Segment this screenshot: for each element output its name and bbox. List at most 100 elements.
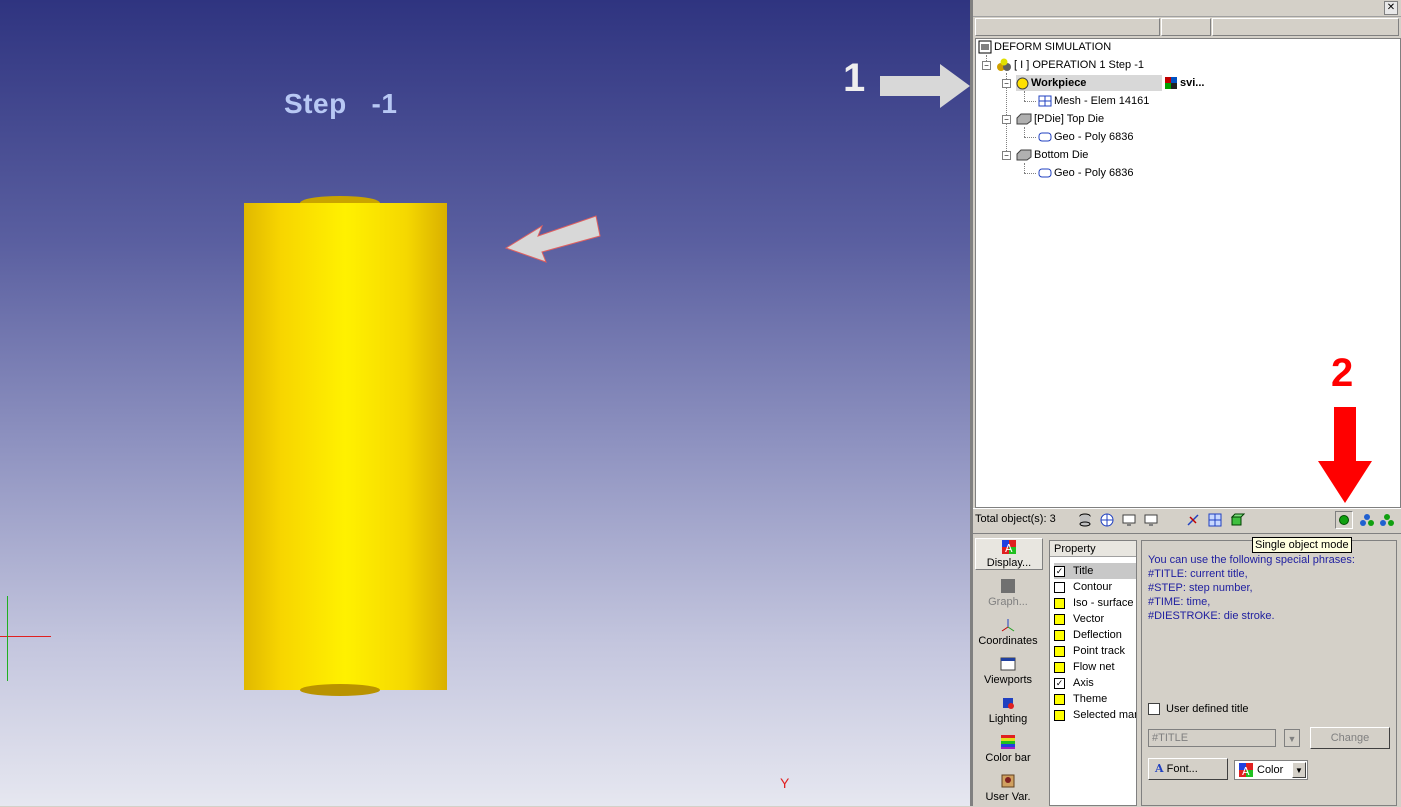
color-bar-icon	[1001, 735, 1015, 749]
tree-node-top-die[interactable]: [PDie] Top Die	[1016, 111, 1104, 127]
user-var-icon	[1001, 774, 1015, 788]
coordinates-icon	[1001, 619, 1015, 632]
close-icon[interactable]: ✕	[1384, 1, 1398, 15]
checkbox[interactable]	[1054, 613, 1065, 625]
workpiece-icon	[1016, 77, 1029, 90]
nav-coordinates[interactable]: Coordinates	[975, 617, 1041, 647]
property-nav: A Display... Graph... Coordinates Viewpo…	[975, 536, 1043, 804]
title-dropdown-button[interactable]: ▼	[1284, 729, 1300, 747]
tree-connector	[1024, 127, 1025, 137]
column-header-name[interactable]	[975, 18, 1160, 36]
graph-icon	[1001, 579, 1015, 593]
screen-icon[interactable]	[1121, 512, 1137, 528]
special-phrases-help: You can use the following special phrase…	[1148, 554, 1355, 622]
axes-icon[interactable]	[1185, 512, 1201, 528]
axis-y-label: Y	[780, 775, 790, 791]
property-item-vector[interactable]: Vector	[1054, 611, 1136, 627]
property-item-theme[interactable]: Theme	[1054, 691, 1136, 707]
tree-connector	[1024, 163, 1025, 173]
workpiece-bottom-cap	[300, 684, 380, 696]
nav-graph[interactable]: Graph...	[975, 578, 1041, 608]
tree-node-root[interactable]: DEFORM SIMULATION	[978, 39, 1111, 55]
annotation-number-1: 1	[843, 56, 866, 100]
tree-status-bar: Total object(s): 3	[973, 508, 1401, 531]
mesh-icon	[1038, 95, 1052, 107]
axis-z-line	[7, 596, 8, 681]
display-icon: A	[1002, 540, 1016, 555]
annotation-arrow-down	[1318, 407, 1372, 503]
checkbox[interactable]	[1054, 629, 1065, 641]
chevron-down-icon[interactable]: ▼	[1292, 762, 1306, 778]
mesh-view-icon[interactable]	[1099, 512, 1115, 528]
tree-node-top-die-geo[interactable]: Geo - Poly 6836	[1038, 129, 1134, 145]
property-panel: A Display... Graph... Coordinates Viewpo…	[973, 533, 1401, 807]
die-icon	[1016, 113, 1032, 125]
collapse-icon[interactable]: −	[1002, 151, 1011, 160]
tree-connector	[1024, 101, 1036, 102]
nav-display[interactable]: A Display...	[975, 538, 1043, 570]
annotation-number-2: 2	[1331, 351, 1354, 395]
tree-connector	[1024, 91, 1025, 101]
property-item-axis[interactable]: ✓ Axis	[1054, 675, 1136, 691]
nav-viewports[interactable]: Viewports	[975, 656, 1041, 686]
property-item-iso-surface[interactable]: Iso - surface	[1054, 595, 1136, 611]
title-input[interactable]: #TITLE	[1148, 729, 1276, 747]
geometry-icon	[1038, 168, 1052, 178]
column-header-value[interactable]	[1161, 18, 1211, 36]
viewports-icon	[1000, 657, 1016, 671]
checkbox[interactable]	[1054, 661, 1065, 673]
collapse-icon[interactable]: −	[982, 61, 991, 70]
tree-node-bottom-die-geo[interactable]: Geo - Poly 6836	[1038, 165, 1134, 181]
nav-user-var[interactable]: User Var.	[975, 773, 1041, 803]
database-icon[interactable]	[1077, 512, 1093, 528]
material-icon	[1165, 77, 1177, 90]
font-button[interactable]: A Font...	[1148, 758, 1228, 780]
change-button[interactable]: Change	[1310, 727, 1390, 749]
tree-node-mesh[interactable]: Mesh - Elem 14161	[1038, 93, 1149, 109]
column-header-extra[interactable]	[1212, 18, 1399, 36]
property-item-flow-net[interactable]: Flow net	[1054, 659, 1136, 675]
checkbox[interactable]	[1054, 645, 1065, 657]
collapse-icon[interactable]: −	[1002, 115, 1011, 124]
color-select[interactable]: A Color ▼	[1234, 760, 1308, 780]
property-list-header: Property	[1050, 541, 1136, 557]
user-defined-title-checkbox[interactable]: User defined title	[1148, 703, 1249, 716]
font-icon: A	[1155, 762, 1164, 775]
object-tree[interactable]: DEFORM SIMULATION − [ I ] OPERATION 1 St…	[975, 38, 1401, 508]
property-item-deflection[interactable]: Deflection	[1054, 627, 1136, 643]
checkbox[interactable]: ✓	[1054, 677, 1065, 689]
grid-icon[interactable]	[1207, 512, 1223, 528]
checkbox[interactable]	[1148, 703, 1160, 716]
operation-icon	[997, 58, 1011, 72]
workpiece-cylinder[interactable]	[244, 203, 447, 690]
single-object-mode-button[interactable]	[1335, 511, 1353, 529]
checkbox[interactable]	[1054, 693, 1065, 705]
die-icon	[1016, 149, 1032, 161]
simulation-icon	[978, 40, 992, 54]
checkbox[interactable]	[1054, 597, 1065, 609]
lighting-icon	[1003, 698, 1014, 709]
collapse-icon[interactable]: −	[1002, 79, 1011, 88]
nav-color-bar[interactable]: Color bar	[975, 734, 1041, 764]
property-item-title[interactable]: ✓ Title	[1054, 563, 1136, 579]
checkbox[interactable]	[1054, 709, 1065, 721]
tree-node-material[interactable]: svi...	[1164, 75, 1204, 91]
property-item-point-track[interactable]: Point track	[1054, 643, 1136, 659]
box-icon[interactable]	[1229, 512, 1245, 528]
property-item-selected-mark[interactable]: Selected mar	[1054, 707, 1136, 723]
checkbox[interactable]	[1054, 581, 1065, 593]
nav-lighting[interactable]: Lighting	[975, 695, 1041, 725]
tree-node-workpiece[interactable]: Workpiece	[1016, 75, 1162, 91]
property-list[interactable]: Property ✓ Title Contour Iso - surface Ve…	[1049, 540, 1137, 806]
tree-node-bottom-die[interactable]: Bottom Die	[1016, 147, 1088, 163]
tooltip: Single object mode	[1252, 537, 1352, 553]
checkbox[interactable]: ✓	[1054, 565, 1065, 577]
all-objects-icon[interactable]	[1379, 512, 1395, 528]
annotation-arrow-left	[504, 215, 601, 263]
screen-icon-2[interactable]	[1143, 512, 1159, 528]
simulation-viewport[interactable]: Step -1 Y 1	[0, 0, 970, 806]
multi-object-icon[interactable]	[1359, 512, 1375, 528]
tree-node-operation[interactable]: [ I ] OPERATION 1 Step -1	[996, 57, 1144, 73]
property-item-contour[interactable]: Contour	[1054, 579, 1136, 595]
tree-connector	[1024, 137, 1036, 138]
